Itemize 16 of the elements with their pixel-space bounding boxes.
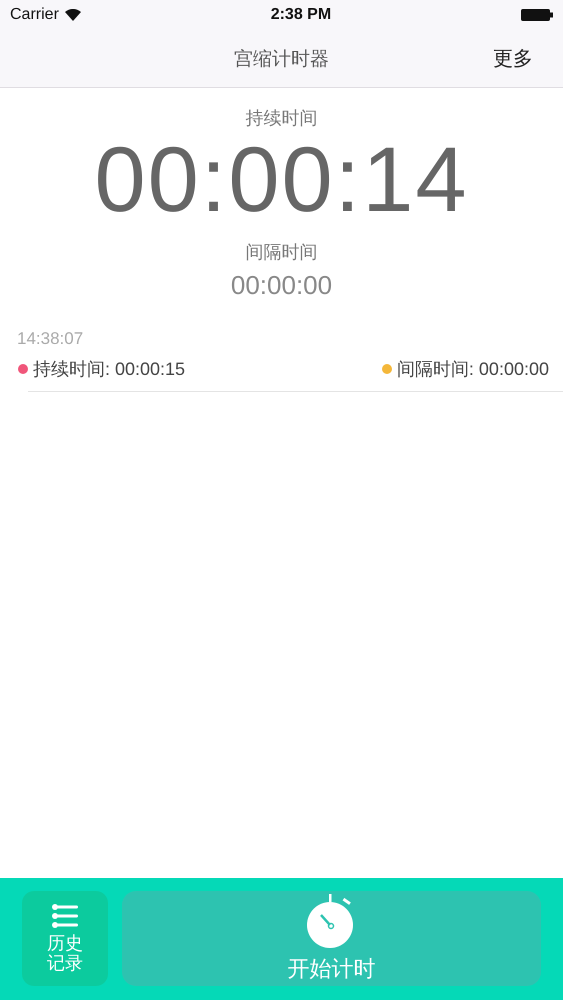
list-icon: [52, 904, 78, 928]
interval-time: 00:00:00: [230, 270, 332, 301]
wifi-icon: [64, 9, 81, 21]
start-button[interactable]: 开始计时: [122, 891, 541, 986]
record-time: 14:38:07: [17, 329, 84, 349]
duration-time: 00:00:14: [94, 134, 469, 226]
battery-icon: [520, 9, 553, 21]
window-title: 宫缩计时器: [234, 48, 329, 72]
record-entry: 持续时间: 00:00:15: [33, 358, 186, 381]
clock: 2:38 PM: [270, 6, 332, 24]
more-button[interactable]: 更多: [493, 45, 533, 72]
interval-label: 间隔时间: [246, 241, 318, 264]
duration-label: 持续时间: [246, 107, 318, 130]
history-button[interactable]: 历史记录: [22, 891, 108, 986]
record-entry: 间隔时间: 00:00:00: [396, 358, 549, 381]
carrier-label: Carrier: [10, 6, 59, 24]
